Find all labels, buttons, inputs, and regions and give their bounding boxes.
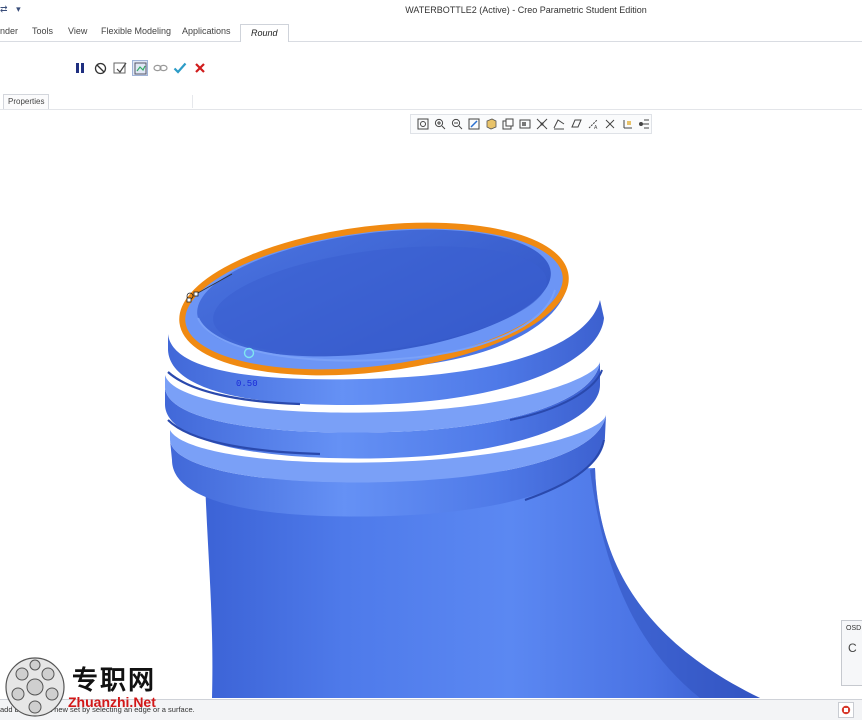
creo-window: ⇄ ▾ WATERBOTTLE2 (Active) - Creo Paramet… [0, 0, 862, 720]
svg-text:A: A [594, 125, 598, 130]
watermark: 专职网 Zhuanzhi.Net [4, 654, 184, 720]
ok-check-icon[interactable] [172, 60, 188, 76]
dashboard-panel-tabs: Properties [0, 92, 862, 110]
no-geometry-icon[interactable] [92, 60, 108, 76]
plane-tag-icon[interactable] [568, 116, 583, 132]
round-radius-dimension[interactable]: 0.50 [236, 379, 258, 389]
spin-center-icon[interactable] [636, 116, 651, 132]
osd-title: OSD [846, 625, 862, 632]
csys-tag-icon[interactable] [619, 116, 634, 132]
round-dashboard [0, 42, 862, 92]
repaint-icon[interactable] [466, 116, 481, 132]
watermark-en-text: Zhuanzhi.Net [68, 694, 156, 710]
tab-flexible-modeling[interactable]: Flexible Modeling [101, 26, 171, 36]
view-manager-icon[interactable] [517, 116, 532, 132]
tab-round[interactable]: Round [240, 24, 289, 43]
panel-divider [192, 95, 193, 108]
verify-icon[interactable] [112, 60, 128, 76]
annotation-display-icon[interactable] [551, 116, 566, 132]
saved-views-icon[interactable] [500, 116, 515, 132]
ribbon-tab-bar: nder Tools View Flexible Modeling Applic… [0, 22, 862, 43]
display-style-icon[interactable] [483, 116, 498, 132]
tab-render[interactable]: nder [0, 26, 18, 36]
bottle-model[interactable] [0, 110, 862, 698]
chain-icon[interactable] [152, 60, 168, 76]
drag-handle-square [186, 297, 192, 303]
refit-icon[interactable] [415, 116, 430, 132]
watermark-cn-text: 专职网 [72, 666, 157, 696]
dashboard-controls [72, 60, 208, 76]
zoom-out-icon[interactable] [449, 116, 464, 132]
point-tag-icon[interactable] [602, 116, 617, 132]
cancel-x-icon[interactable] [192, 60, 208, 76]
osd-body: C [848, 641, 857, 655]
osd-panel[interactable]: OSD C [841, 620, 862, 686]
drag-handle-square-2 [193, 291, 199, 297]
preview-icon[interactable] [132, 60, 148, 76]
datum-display-icon[interactable] [534, 116, 549, 132]
tab-tools[interactable]: Tools [32, 26, 53, 36]
stop-regeneration-icon[interactable] [838, 702, 854, 718]
tab-applications[interactable]: Applications [182, 26, 231, 36]
axis-tag-icon[interactable]: A [585, 116, 600, 132]
title-bar: ⇄ ▾ WATERBOTTLE2 (Active) - Creo Paramet… [0, 0, 862, 22]
tab-properties[interactable]: Properties [3, 94, 50, 109]
tab-view[interactable]: View [68, 26, 87, 36]
zoom-in-icon[interactable] [432, 116, 447, 132]
in-graphics-toolbar: A [410, 114, 652, 134]
graphics-viewport[interactable]: 0.50 [0, 110, 862, 698]
window-title: WATERBOTTLE2 (Active) - Creo Parametric … [405, 5, 647, 15]
watermark-ball-icon [5, 657, 65, 717]
pause-icon[interactable] [72, 60, 88, 76]
